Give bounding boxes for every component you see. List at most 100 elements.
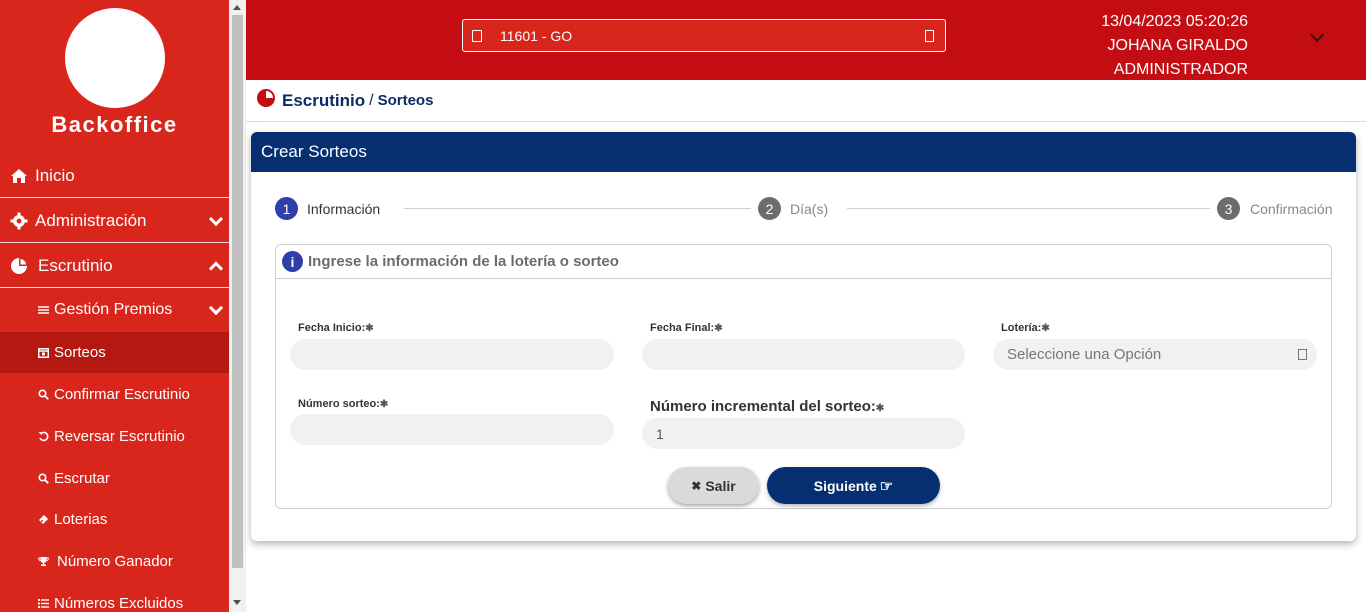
numero-sorteo-label-text: Número sorteo: (298, 398, 380, 410)
sidebar-item-escrutinio[interactable]: Escrutinio (0, 244, 229, 288)
loteria-label: Lotería:✱ (1001, 322, 1050, 334)
sidebar-item-label: Escrutinio (38, 255, 113, 275)
dropdown-icon (1298, 349, 1307, 360)
info-icon: i (282, 251, 303, 272)
sidebar-item-administracion[interactable]: Administración (0, 199, 229, 243)
sidebar-item-confirmar-escrutinio[interactable]: Confirmar Escrutinio (0, 374, 229, 414)
sidebar-item-label: Escrutar (54, 469, 110, 487)
card-title: Crear Sorteos (251, 132, 1356, 172)
step-confirmacion: 3 Confirmación (1217, 197, 1332, 220)
fecha-final-input[interactable] (642, 339, 965, 370)
step-label: Día(s) (790, 200, 829, 217)
close-icon: ✖ (691, 478, 702, 493)
sidebar-scrollbar[interactable] (229, 0, 246, 612)
sidebar-item-sorteos[interactable]: Sorteos (0, 332, 229, 373)
panel-title: Ingrese la información de la lotería o s… (308, 253, 619, 270)
store-icon (472, 29, 482, 42)
required-icon: ✱ (875, 403, 885, 414)
breadcrumb-separator: / (369, 91, 374, 109)
fecha-final-label-text: Fecha Final: (650, 322, 715, 334)
sidebar-item-label: Números Excluidos (54, 594, 184, 612)
panel-header: i Ingrese la información de la lotería o… (276, 245, 1331, 279)
app-root: Backoffice Inicio Administración Escruti… (0, 0, 1366, 612)
stepper-line (404, 208, 751, 209)
info-panel: i Ingrese la información de la lotería o… (275, 244, 1332, 509)
sidebar-item-loterias[interactable]: Loterias (0, 499, 229, 539)
step-informacion: 1 Información (275, 197, 380, 220)
user-name: JOHANA GIRALDO (1107, 37, 1248, 54)
logo (65, 8, 165, 108)
stepper-line (847, 208, 1210, 209)
incremental-label-text: Número incremental del sorteo: (650, 398, 876, 415)
required-icon: ✱ (714, 323, 723, 334)
sidebar-item-label: Inicio (35, 165, 75, 185)
required-icon: ✱ (1041, 323, 1050, 334)
sidebar-item-gestion-premios[interactable]: Gestión Premios (0, 290, 229, 330)
step-label: Confirmación (1250, 200, 1333, 217)
next-button[interactable]: Siguiente ☞ (767, 467, 940, 504)
gear-icon (9, 212, 29, 230)
store-selector[interactable]: 11601 - GO (462, 19, 946, 52)
loteria-label-text: Lotería: (1001, 322, 1042, 334)
create-draw-card: Crear Sorteos 1 Información 2 Día(s) 3 C… (251, 132, 1356, 541)
sidebar-item-reversar-escrutinio[interactable]: Reversar Escrutinio (0, 416, 229, 456)
ticket-icon (36, 514, 50, 525)
exit-button[interactable]: ✖ Salir (668, 467, 759, 504)
pie-chart-icon (257, 88, 275, 107)
sidebar-item-label: Gestión Premios (54, 301, 173, 318)
user-info: 13/04/2023 05:20:26 JOHANA GIRALDO ADMIN… (1101, 10, 1248, 82)
list-icon (36, 598, 50, 609)
breadcrumb-section[interactable]: Escrutinio (282, 91, 365, 111)
sidebar: Backoffice Inicio Administración Escruti… (0, 0, 229, 612)
chevron-down-icon (208, 211, 224, 226)
loteria-select-placeholder: Seleccione una Opción (1007, 346, 1162, 363)
store-selector-value: 11601 - GO (500, 27, 573, 44)
search-icon (36, 388, 50, 400)
sidebar-item-inicio[interactable]: Inicio (0, 154, 229, 198)
step-dias: 2 Día(s) (758, 197, 828, 220)
sidebar-item-label: Confirmar Escrutinio (54, 385, 190, 403)
scrollbar-thumb[interactable] (232, 15, 243, 568)
incremental-input[interactable]: 1 (642, 418, 965, 449)
step-number: 3 (1217, 197, 1240, 220)
user-menu-chevron-down-icon[interactable] (1309, 27, 1325, 43)
sidebar-item-numeros-excluidos[interactable]: Números Excluidos (0, 583, 229, 612)
pointing-hand-icon: ☞ (879, 477, 894, 495)
numero-sorteo-input[interactable] (290, 414, 614, 445)
sidebar-item-label: Sorteos (54, 344, 106, 361)
trophy-icon (36, 556, 50, 567)
sidebar-item-escrutar[interactable]: Escrutar (0, 458, 229, 498)
fecha-inicio-label: Fecha Inicio:✱ (298, 322, 374, 334)
required-icon: ✱ (365, 323, 374, 334)
step-number: 1 (275, 197, 298, 220)
user-role: ADMINISTRADOR (1113, 61, 1248, 78)
brand-name: Backoffice (51, 112, 178, 137)
search-icon (36, 472, 50, 484)
sidebar-item-numero-ganador[interactable]: Número Ganador (0, 541, 229, 581)
home-icon (9, 168, 29, 184)
chevron-up-icon (208, 260, 224, 276)
pie-chart-icon (9, 256, 29, 276)
top-header: 11601 - GO 13/04/2023 05:20:26 JOHANA GI… (246, 0, 1366, 80)
sidebar-item-label: Loterias (54, 510, 108, 528)
step-label: Información (307, 200, 381, 217)
sidebar-item-label: Número Ganador (57, 552, 173, 570)
scroll-up-arrow-icon[interactable] (233, 5, 241, 10)
step-number: 2 (758, 197, 781, 220)
sliders-icon (36, 305, 50, 315)
next-button-label: Siguiente (813, 477, 877, 494)
incremental-label: Número incremental del sorteo:✱ (650, 398, 884, 415)
undo-icon (36, 431, 50, 442)
loteria-select[interactable]: Seleccione una Opción (993, 339, 1317, 370)
breadcrumb-page: Sorteos (377, 92, 434, 109)
numero-sorteo-label: Número sorteo:✱ (298, 398, 388, 410)
fecha-inicio-label-text: Fecha Inicio: (298, 322, 366, 334)
current-datetime: 13/04/2023 05:20:26 (1101, 13, 1248, 30)
incremental-input-value: 1 (656, 425, 664, 442)
chevron-down-icon (208, 300, 224, 316)
fecha-inicio-input[interactable] (290, 339, 614, 370)
scroll-down-arrow-icon[interactable] (233, 600, 241, 605)
breadcrumb: Escrutinio / Sorteos (246, 80, 1366, 122)
fecha-final-label: Fecha Final:✱ (650, 322, 723, 334)
sidebar-item-label: Administración (35, 210, 147, 230)
